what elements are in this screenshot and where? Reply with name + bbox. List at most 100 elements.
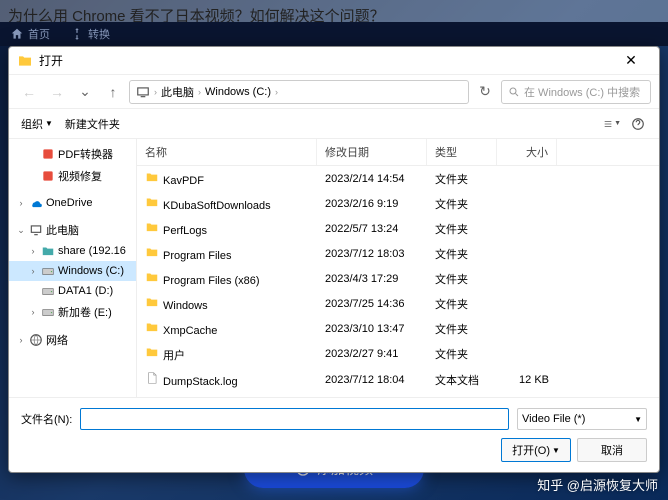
chevron-icon: ⌄ [16, 225, 26, 236]
sidebar-item[interactable]: › share (192.16 [9, 241, 136, 261]
pc-icon [29, 223, 43, 237]
file-name: KavPDF [163, 175, 204, 187]
sidebar-item[interactable]: 视频修复 [9, 165, 136, 187]
sidebar-item[interactable]: ›新加卷 (E:) [9, 301, 136, 323]
convert-icon [70, 27, 84, 41]
back-button[interactable]: ← [17, 80, 41, 104]
sidebar-item[interactable]: DATA1 (D:) [9, 281, 136, 301]
forward-button[interactable]: → [45, 80, 69, 104]
help-button[interactable] [629, 115, 647, 133]
dialog-title: 打开 [39, 52, 611, 69]
filter-label: Video File (*) [522, 413, 585, 425]
close-button[interactable]: ✕ [611, 52, 651, 69]
file-name: Program Files [163, 250, 231, 262]
refresh-button[interactable]: ↻ [473, 80, 497, 104]
sidebar-item-label: OneDrive [46, 197, 92, 209]
file-type: 文件夹 [427, 342, 497, 366]
filename-label: 文件名(N): [21, 411, 72, 427]
file-row[interactable]: KavPDF2023/2/14 14:54文件夹 [137, 166, 659, 191]
organize-label: 组织 [21, 116, 43, 132]
file-row[interactable]: Windows2023/7/25 14:36文件夹 [137, 291, 659, 316]
view-options-button[interactable]: ▼ [603, 115, 621, 133]
breadcrumb-1[interactable]: 此电脑 [161, 84, 194, 100]
folder-icon [145, 195, 159, 209]
taskbar-convert[interactable]: 转换 [70, 26, 110, 42]
file-name: DumpStack.log [163, 376, 238, 388]
col-date[interactable]: 修改日期 [317, 139, 427, 165]
file-date: 2023/2/16 9:19 [317, 194, 427, 214]
file-date: 2023/3/10 13:47 [317, 319, 427, 339]
breadcrumb-2[interactable]: Windows (C:) [205, 86, 271, 98]
sidebar-item[interactable]: ›网络 [9, 329, 136, 351]
sidebar-item[interactable]: ⌄ 此电脑 [9, 219, 136, 241]
file-row[interactable]: DumpStack.log 2023/7/12 18:04文本文档12 KB [137, 367, 659, 392]
bottom-panel: 文件名(N): Video File (*) ▼ 打开(O) ▼ 取消 [9, 397, 659, 472]
col-name[interactable]: 名称 [137, 139, 317, 165]
toolbar: 组织 ▼ 新建文件夹 ▼ [9, 109, 659, 139]
breadcrumb-sep: › [275, 87, 278, 97]
app-taskbar: 首页 转换 [0, 22, 668, 46]
file-type: 文件夹 [427, 217, 497, 241]
up-button[interactable]: ↑ [101, 80, 125, 104]
search-input[interactable]: 在 Windows (C:) 中搜索 [501, 80, 651, 104]
app-icon [41, 147, 55, 161]
file-row[interactable]: XmpCache2023/3/10 13:47文件夹 [137, 316, 659, 341]
file-list-header: 名称 修改日期 类型 大小 [137, 139, 659, 166]
help-icon [631, 117, 645, 131]
file-date: 2023/7/12 18:03 [317, 244, 427, 264]
sidebar-item[interactable]: › OneDrive [9, 193, 136, 213]
chevron-icon: › [28, 266, 38, 276]
sidebar-item-label: 新加卷 (E:) [58, 304, 112, 320]
open-button-label: 打开(O) [512, 442, 550, 458]
chevron-icon: › [28, 246, 38, 256]
pc-icon [136, 85, 150, 99]
folder-icon [145, 345, 159, 359]
file-row[interactable]: 用户2023/2/27 9:41文件夹 [137, 341, 659, 367]
new-folder-button[interactable]: 新建文件夹 [65, 116, 120, 132]
file-type: 文件夹 [427, 267, 497, 291]
file-type: 文件夹 [427, 292, 497, 316]
file-filter-select[interactable]: Video File (*) ▼ [517, 408, 647, 430]
file-size [497, 250, 557, 258]
chevron-icon: › [16, 335, 26, 345]
search-icon [508, 86, 520, 98]
chevron-icon: › [16, 198, 26, 208]
taskbar-home[interactable]: 首页 [10, 26, 50, 42]
file-row[interactable]: PerfLogs2022/5/7 13:24文件夹 [137, 216, 659, 241]
sidebar-item-label: 此电脑 [46, 222, 79, 238]
file-list: 名称 修改日期 类型 大小 KavPDF2023/2/14 14:54文件夹KD… [137, 139, 659, 397]
file-size: 12 KB [497, 370, 557, 390]
col-type[interactable]: 类型 [427, 139, 497, 165]
file-row[interactable]: Program Files2023/7/12 18:03文件夹 [137, 241, 659, 266]
recent-button[interactable]: ⌄ [73, 80, 97, 104]
dialog-icon [17, 53, 33, 69]
breadcrumb-sep: › [198, 87, 201, 97]
organize-menu[interactable]: 组织 ▼ [21, 116, 53, 132]
file-type: 文本文档 [427, 368, 497, 392]
file-name: Program Files (x86) [163, 275, 260, 287]
file-row[interactable]: KDubaSoftDownloads2023/2/16 9:19文件夹 [137, 191, 659, 216]
open-file-dialog: 打开 ✕ ← → ⌄ ↑ › 此电脑 › Windows (C:) › ↻ 在 … [8, 46, 660, 473]
file-row[interactable]: Program Files (x86)2023/4/3 17:29文件夹 [137, 266, 659, 291]
filename-input[interactable] [80, 408, 509, 430]
file-size [497, 275, 557, 283]
folder-icon [145, 270, 159, 284]
sidebar-item[interactable]: PDF转换器 [9, 143, 136, 165]
col-size[interactable]: 大小 [497, 139, 557, 165]
open-button[interactable]: 打开(O) ▼ [501, 438, 571, 462]
list-icon [603, 116, 613, 132]
folder-icon [145, 170, 159, 184]
home-icon [10, 27, 24, 41]
sidebar-item-label: share (192.16 [58, 245, 126, 257]
file-type: 文件夹 [427, 317, 497, 341]
file-date: 2023/7/25 14:36 [317, 294, 427, 314]
breadcrumb[interactable]: › 此电脑 › Windows (C:) › [129, 80, 469, 104]
taskbar-home-label: 首页 [28, 26, 50, 42]
file-name: 用户 [163, 350, 185, 362]
cancel-button[interactable]: 取消 [577, 438, 647, 462]
file-date: 2023/7/12 18:04 [317, 370, 427, 390]
file-icon [145, 371, 159, 385]
sidebar-item[interactable]: ›Windows (C:) [9, 261, 136, 281]
file-size [497, 200, 557, 208]
file-size [497, 175, 557, 183]
